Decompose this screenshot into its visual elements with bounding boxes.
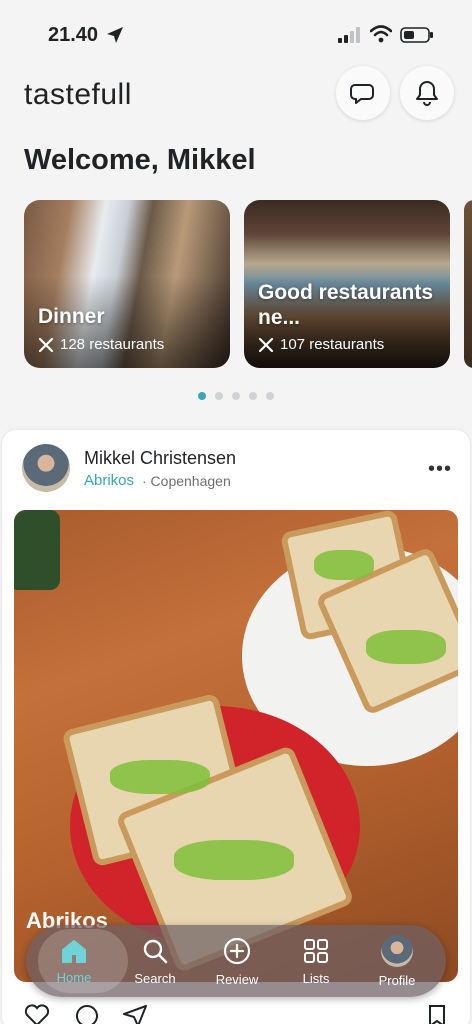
tab-label: Lists (302, 970, 330, 986)
post-photo[interactable]: Abrikos (14, 510, 458, 982)
search-icon (143, 939, 168, 963)
tab-label: Review (215, 971, 259, 987)
pagination-dot[interactable] (249, 392, 257, 400)
category-card-partial[interactable] (464, 200, 472, 368)
status-bar: 21.40 (0, 0, 472, 60)
post-actions (0, 1000, 472, 1024)
home-icon (62, 939, 86, 963)
tab-label: Profile (378, 972, 416, 988)
more-options-button[interactable]: ••• (428, 458, 452, 481)
wifi-icon (370, 25, 392, 43)
notifications-button[interactable] (400, 66, 454, 120)
author-avatar[interactable] (22, 444, 70, 492)
share-icon[interactable] (122, 1004, 148, 1024)
tab-home[interactable]: Home (34, 925, 128, 997)
location-arrow-icon (107, 27, 123, 43)
cellular-signal-icon (338, 27, 360, 43)
heart-icon[interactable] (24, 1004, 50, 1024)
pagination-dot[interactable] (266, 392, 274, 400)
battery-icon (400, 27, 433, 43)
app-logo: tastefull (24, 78, 132, 111)
lettuce-shape (110, 760, 210, 794)
pagination-dot[interactable] (198, 392, 206, 400)
status-time: 21.40 (48, 24, 99, 46)
tab-label: Home (56, 969, 92, 985)
bottom-tab-bar: Home Search Review Lists Profile (26, 925, 446, 997)
welcome-heading: Welcome, Mikkel (24, 144, 256, 176)
grid-icon (304, 938, 328, 963)
bookmark-icon[interactable] (428, 1004, 446, 1024)
post-city: · Copenhagen (142, 473, 231, 489)
category-meta: 128 restaurants (38, 336, 164, 353)
post-restaurant-link[interactable]: Abrikos (84, 472, 134, 489)
lettuce-shape (314, 550, 374, 580)
category-card-dinner[interactable]: Dinner 128 restaurants (24, 200, 230, 368)
restaurant-count: 128 restaurants (60, 336, 165, 353)
messages-button[interactable] (336, 66, 390, 120)
tab-label: Search (134, 970, 176, 986)
comment-icon[interactable] (74, 1004, 100, 1024)
cutlery-icon (38, 337, 54, 352)
restaurant-count: 107 restaurants (280, 336, 385, 353)
tab-search[interactable]: Search (115, 925, 195, 997)
chat-bubbles-icon (350, 84, 374, 104)
category-card-good-restaurants[interactable]: Good restaurants ne... 107 restaurants (244, 200, 450, 368)
cutlery-icon (258, 337, 274, 352)
post-author[interactable]: Mikkel Christensen (84, 448, 236, 469)
tab-profile[interactable]: Profile (357, 925, 437, 997)
tab-review[interactable]: Review (197, 925, 277, 997)
tab-lists[interactable]: Lists (276, 925, 356, 997)
bell-icon (416, 81, 438, 106)
profile-avatar (381, 934, 413, 967)
pagination-dot[interactable] (215, 392, 223, 400)
pagination-dot[interactable] (232, 392, 240, 400)
category-title: Good restaurants ne... (258, 281, 434, 329)
plus-circle-icon (223, 937, 251, 964)
carousel-pagination[interactable] (198, 392, 274, 400)
bottle-shape (14, 510, 60, 590)
category-meta: 107 restaurants (258, 336, 384, 353)
lettuce-shape (174, 840, 294, 880)
category-title: Dinner (38, 305, 105, 328)
lettuce-shape (366, 630, 446, 664)
